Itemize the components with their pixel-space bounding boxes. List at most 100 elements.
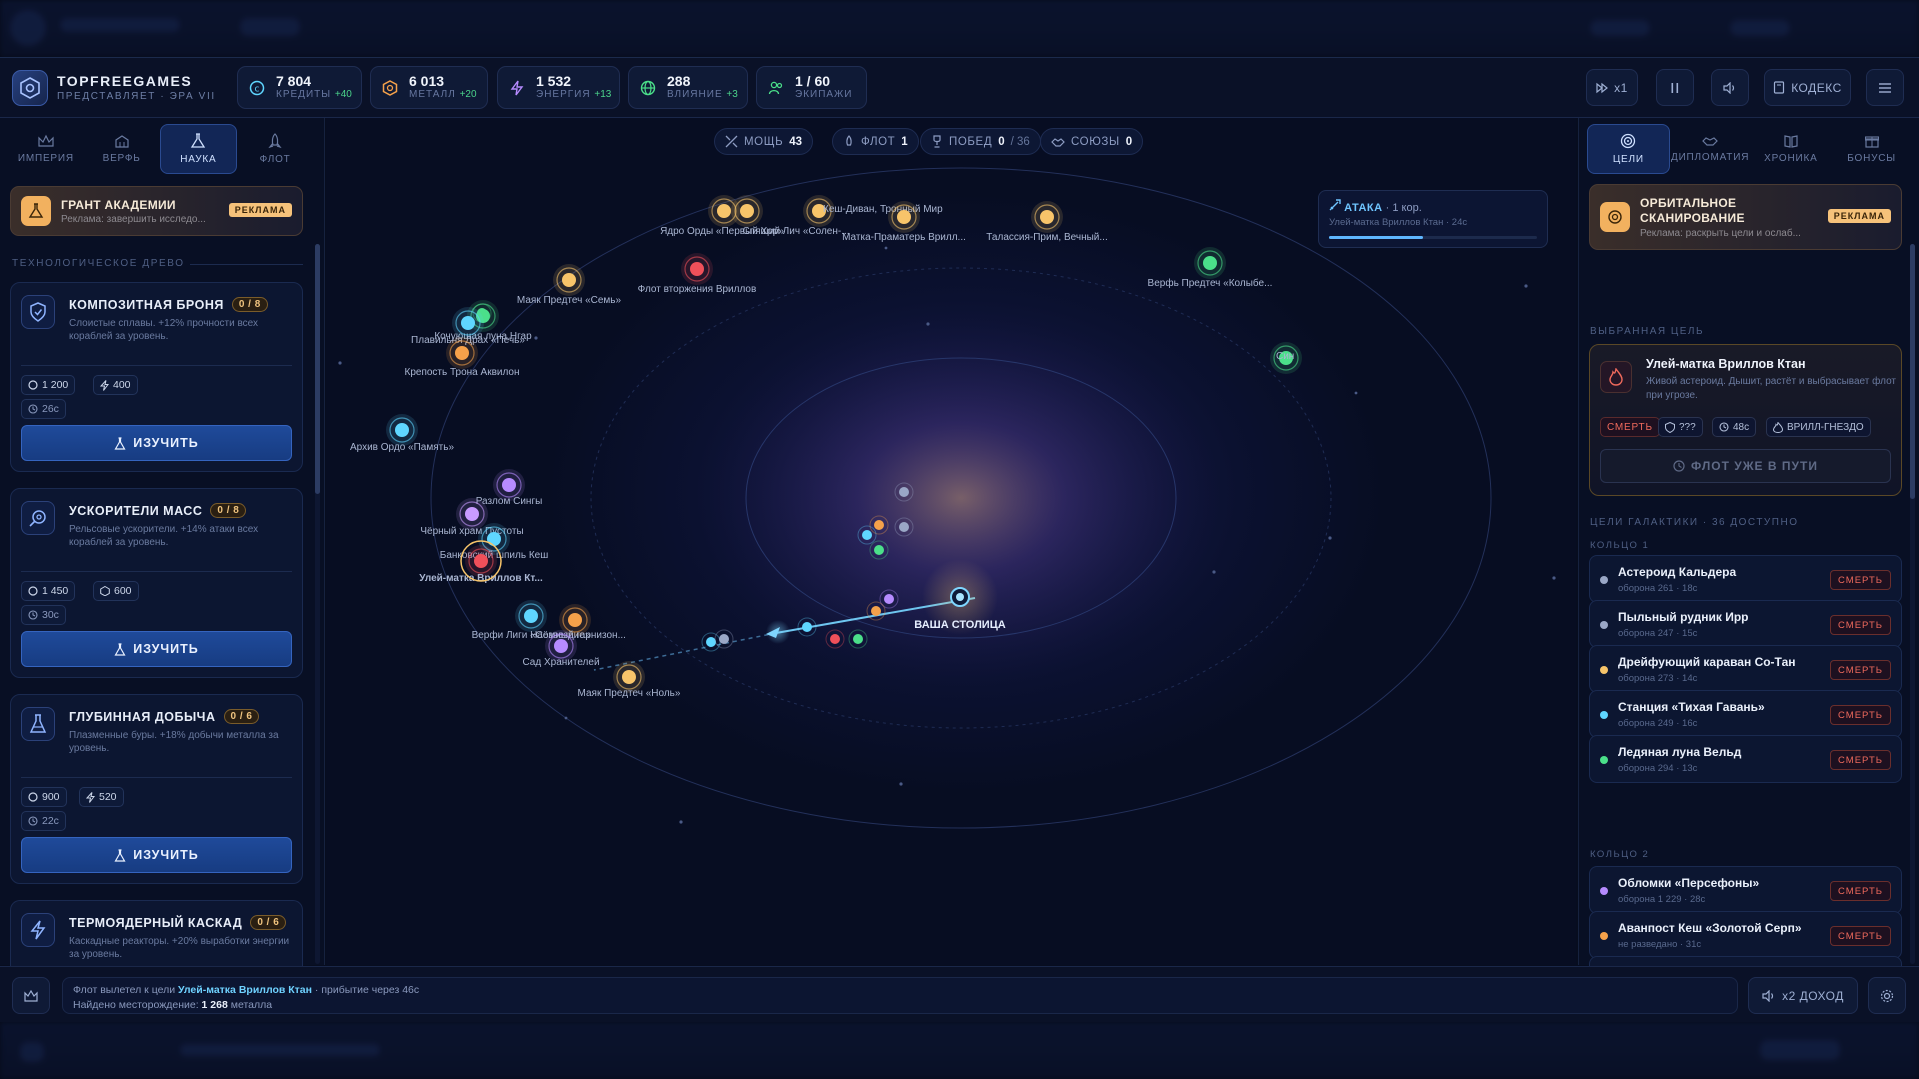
minor-target[interactable] xyxy=(862,530,872,540)
handshake-icon xyxy=(1702,137,1718,146)
speed-button[interactable]: x1 xyxy=(1586,69,1638,106)
minor-target[interactable] xyxy=(871,606,881,616)
planet[interactable] xyxy=(461,316,475,330)
blur-shape xyxy=(1760,1040,1840,1060)
scrollbar-thumb[interactable] xyxy=(1910,244,1915,499)
influence-icon xyxy=(639,79,657,97)
minor-target[interactable] xyxy=(899,522,909,532)
minor-target[interactable] xyxy=(899,487,909,497)
target-row[interactable]: Аванпост Кеш «Золотой Серп» не разведано … xyxy=(1589,911,1902,959)
sound-button[interactable] xyxy=(1711,69,1749,106)
right-scrollbar[interactable] xyxy=(1910,244,1915,964)
target-row[interactable]: Станция «Тихая Гавань» оборона 249 · 16с С… xyxy=(1589,690,1902,738)
minor-target[interactable] xyxy=(884,594,894,604)
time-value: 48с xyxy=(1733,421,1750,433)
time-value: 30с xyxy=(42,609,59,621)
cost-value: 600 xyxy=(114,585,132,597)
planet[interactable] xyxy=(554,639,568,653)
orbital-scan-promo[interactable]: ОРБИТАЛЬНОЕ СКАНИРОВАНИЕ Реклама: раскрыт… xyxy=(1589,184,1902,250)
tab-shipyard[interactable]: ВЕРФЬ xyxy=(84,124,160,174)
planet[interactable] xyxy=(474,554,488,568)
settings-button[interactable] xyxy=(1868,977,1906,1014)
empire-shortcut-button[interactable] xyxy=(12,977,50,1014)
book-icon xyxy=(1774,81,1785,94)
brand-title: TOPFREEGAMES xyxy=(57,73,193,89)
study-button[interactable]: ИЗУЧИТЬ xyxy=(21,837,292,873)
promo-subtitle: Реклама: раскрыть цели и ослаб... xyxy=(1640,227,1801,239)
cost-credits: 1 200 xyxy=(21,375,76,395)
minor-target[interactable] xyxy=(874,520,884,530)
minor-target[interactable] xyxy=(874,545,884,555)
target-stats: не разведано · 31с xyxy=(1618,939,1702,950)
tab-label: ФЛОТ xyxy=(259,154,291,165)
planet[interactable] xyxy=(524,609,538,623)
tech-tree-heading: ТЕХНОЛОГИЧЕСКОЕ ДРЕВО xyxy=(12,258,185,269)
danger-badge: СМЕРТЬ xyxy=(1600,417,1660,437)
divider xyxy=(21,365,292,366)
minor-target[interactable] xyxy=(802,622,812,632)
left-scrollbar[interactable] xyxy=(315,244,320,964)
planet[interactable] xyxy=(740,204,754,218)
target-row[interactable]: Астероид Кальдера оборона 261 · 18с СМЕРТЬ xyxy=(1589,555,1902,603)
planet[interactable] xyxy=(897,210,911,224)
galaxy-map[interactable]: ВАША СТОЛИЦА Кеш-Диван, Тронный Мир Ядро … xyxy=(326,118,1576,965)
study-button[interactable]: ИЗУЧИТЬ xyxy=(21,425,292,461)
minor-target[interactable] xyxy=(706,637,716,647)
resource-metal: 6 013 МЕТАЛЛ +20 xyxy=(370,66,488,109)
planet[interactable] xyxy=(568,613,582,627)
planet[interactable] xyxy=(502,478,516,492)
planet[interactable] xyxy=(690,262,704,276)
selected-target-heading: ВЫБРАННАЯ ЦЕЛЬ xyxy=(1590,326,1705,337)
log-target-link[interactable]: Улей-матка Вриллов Ктан xyxy=(178,984,312,996)
scrollbar-thumb[interactable] xyxy=(315,244,320,494)
target-row[interactable]: Ледяная луна Вельд оборона 294 · 13с СМЕРТ… xyxy=(1589,735,1902,783)
target-name: Астероид Кальдера xyxy=(1618,565,1737,579)
tab-science[interactable]: НАУКА xyxy=(159,124,238,174)
academy-grant-promo[interactable]: ГРАНТ АКАДЕМИИ Реклама: завершить исследо… xyxy=(10,186,303,236)
menu-button[interactable] xyxy=(1866,69,1904,106)
resource-energy: 1 532 ЭНЕРГИЯ +13 xyxy=(497,66,620,109)
planet-label: Верфь Предтеч «Колыбе... xyxy=(1148,277,1273,289)
left-panel: ИМПЕРИЯ ВЕРФЬ НАУКА ФЛОТ ГРАНТ АКАДЕМИИ Р… xyxy=(0,118,325,970)
planet[interactable] xyxy=(717,204,731,218)
crews-value: 1 / 60 xyxy=(795,73,831,89)
planet[interactable] xyxy=(622,670,636,684)
tab-diplomacy[interactable]: ДИПЛОМАТИЯ xyxy=(1670,124,1751,174)
tech-level: 0 / 8 xyxy=(231,297,268,312)
shield-icon xyxy=(1665,421,1675,433)
planet[interactable] xyxy=(395,423,409,437)
attack-progress-card[interactable]: АТАКА · 1 кор. Улей-матка Вриллов Ктан ·… xyxy=(1318,190,1548,248)
target-row[interactable]: Пыльный рудник Ирр оборона 247 · 15с СМЕРТ… xyxy=(1589,600,1902,648)
planet[interactable] xyxy=(562,273,576,287)
target-row[interactable]: Дрейфующий караван Со-Тан оборона 273 · 1… xyxy=(1589,645,1902,693)
target-icon xyxy=(1621,133,1636,149)
codex-button[interactable]: КОДЕКС xyxy=(1764,69,1851,106)
study-label: ИЗУЧИТЬ xyxy=(133,848,199,862)
planet-label: Сад Хранителей xyxy=(522,657,599,668)
tab-fleet[interactable]: ФЛОТ xyxy=(237,124,313,174)
planet[interactable] xyxy=(455,346,469,360)
gift-icon xyxy=(1864,136,1879,148)
planet[interactable] xyxy=(1040,210,1054,224)
stat-power: МОЩЬ 43 xyxy=(714,128,814,155)
tab-chronicle[interactable]: ХРОНИКА xyxy=(1751,124,1832,174)
target-row[interactable]: Обломки «Персефоны» оборона 1 229 · 28с СМ… xyxy=(1589,866,1902,914)
double-income-button[interactable]: x2 ДОХОД xyxy=(1748,977,1858,1014)
planet[interactable] xyxy=(487,532,501,546)
study-button[interactable]: ИЗУЧИТЬ xyxy=(21,631,292,667)
tab-targets[interactable]: ЦЕЛИ xyxy=(1587,124,1670,174)
stat-value: 43 xyxy=(789,135,803,148)
blur-shape xyxy=(20,1042,44,1062)
minor-target[interactable] xyxy=(830,634,840,644)
pause-button[interactable] xyxy=(1656,69,1694,106)
minor-target[interactable] xyxy=(853,634,863,644)
planet[interactable] xyxy=(465,507,479,521)
fleet-en-route-button[interactable]: ФЛОТ УЖЕ В ПУТИ xyxy=(1600,449,1891,483)
planet[interactable] xyxy=(1203,256,1217,270)
target-stats: оборона 249 · 16с xyxy=(1618,718,1698,729)
minor-target[interactable] xyxy=(719,634,729,644)
flask-icon xyxy=(21,196,51,226)
tab-empire[interactable]: ИМПЕРИЯ xyxy=(8,124,84,174)
svg-text:c: c xyxy=(255,84,260,94)
tab-bonuses[interactable]: БОНУСЫ xyxy=(1831,124,1912,174)
